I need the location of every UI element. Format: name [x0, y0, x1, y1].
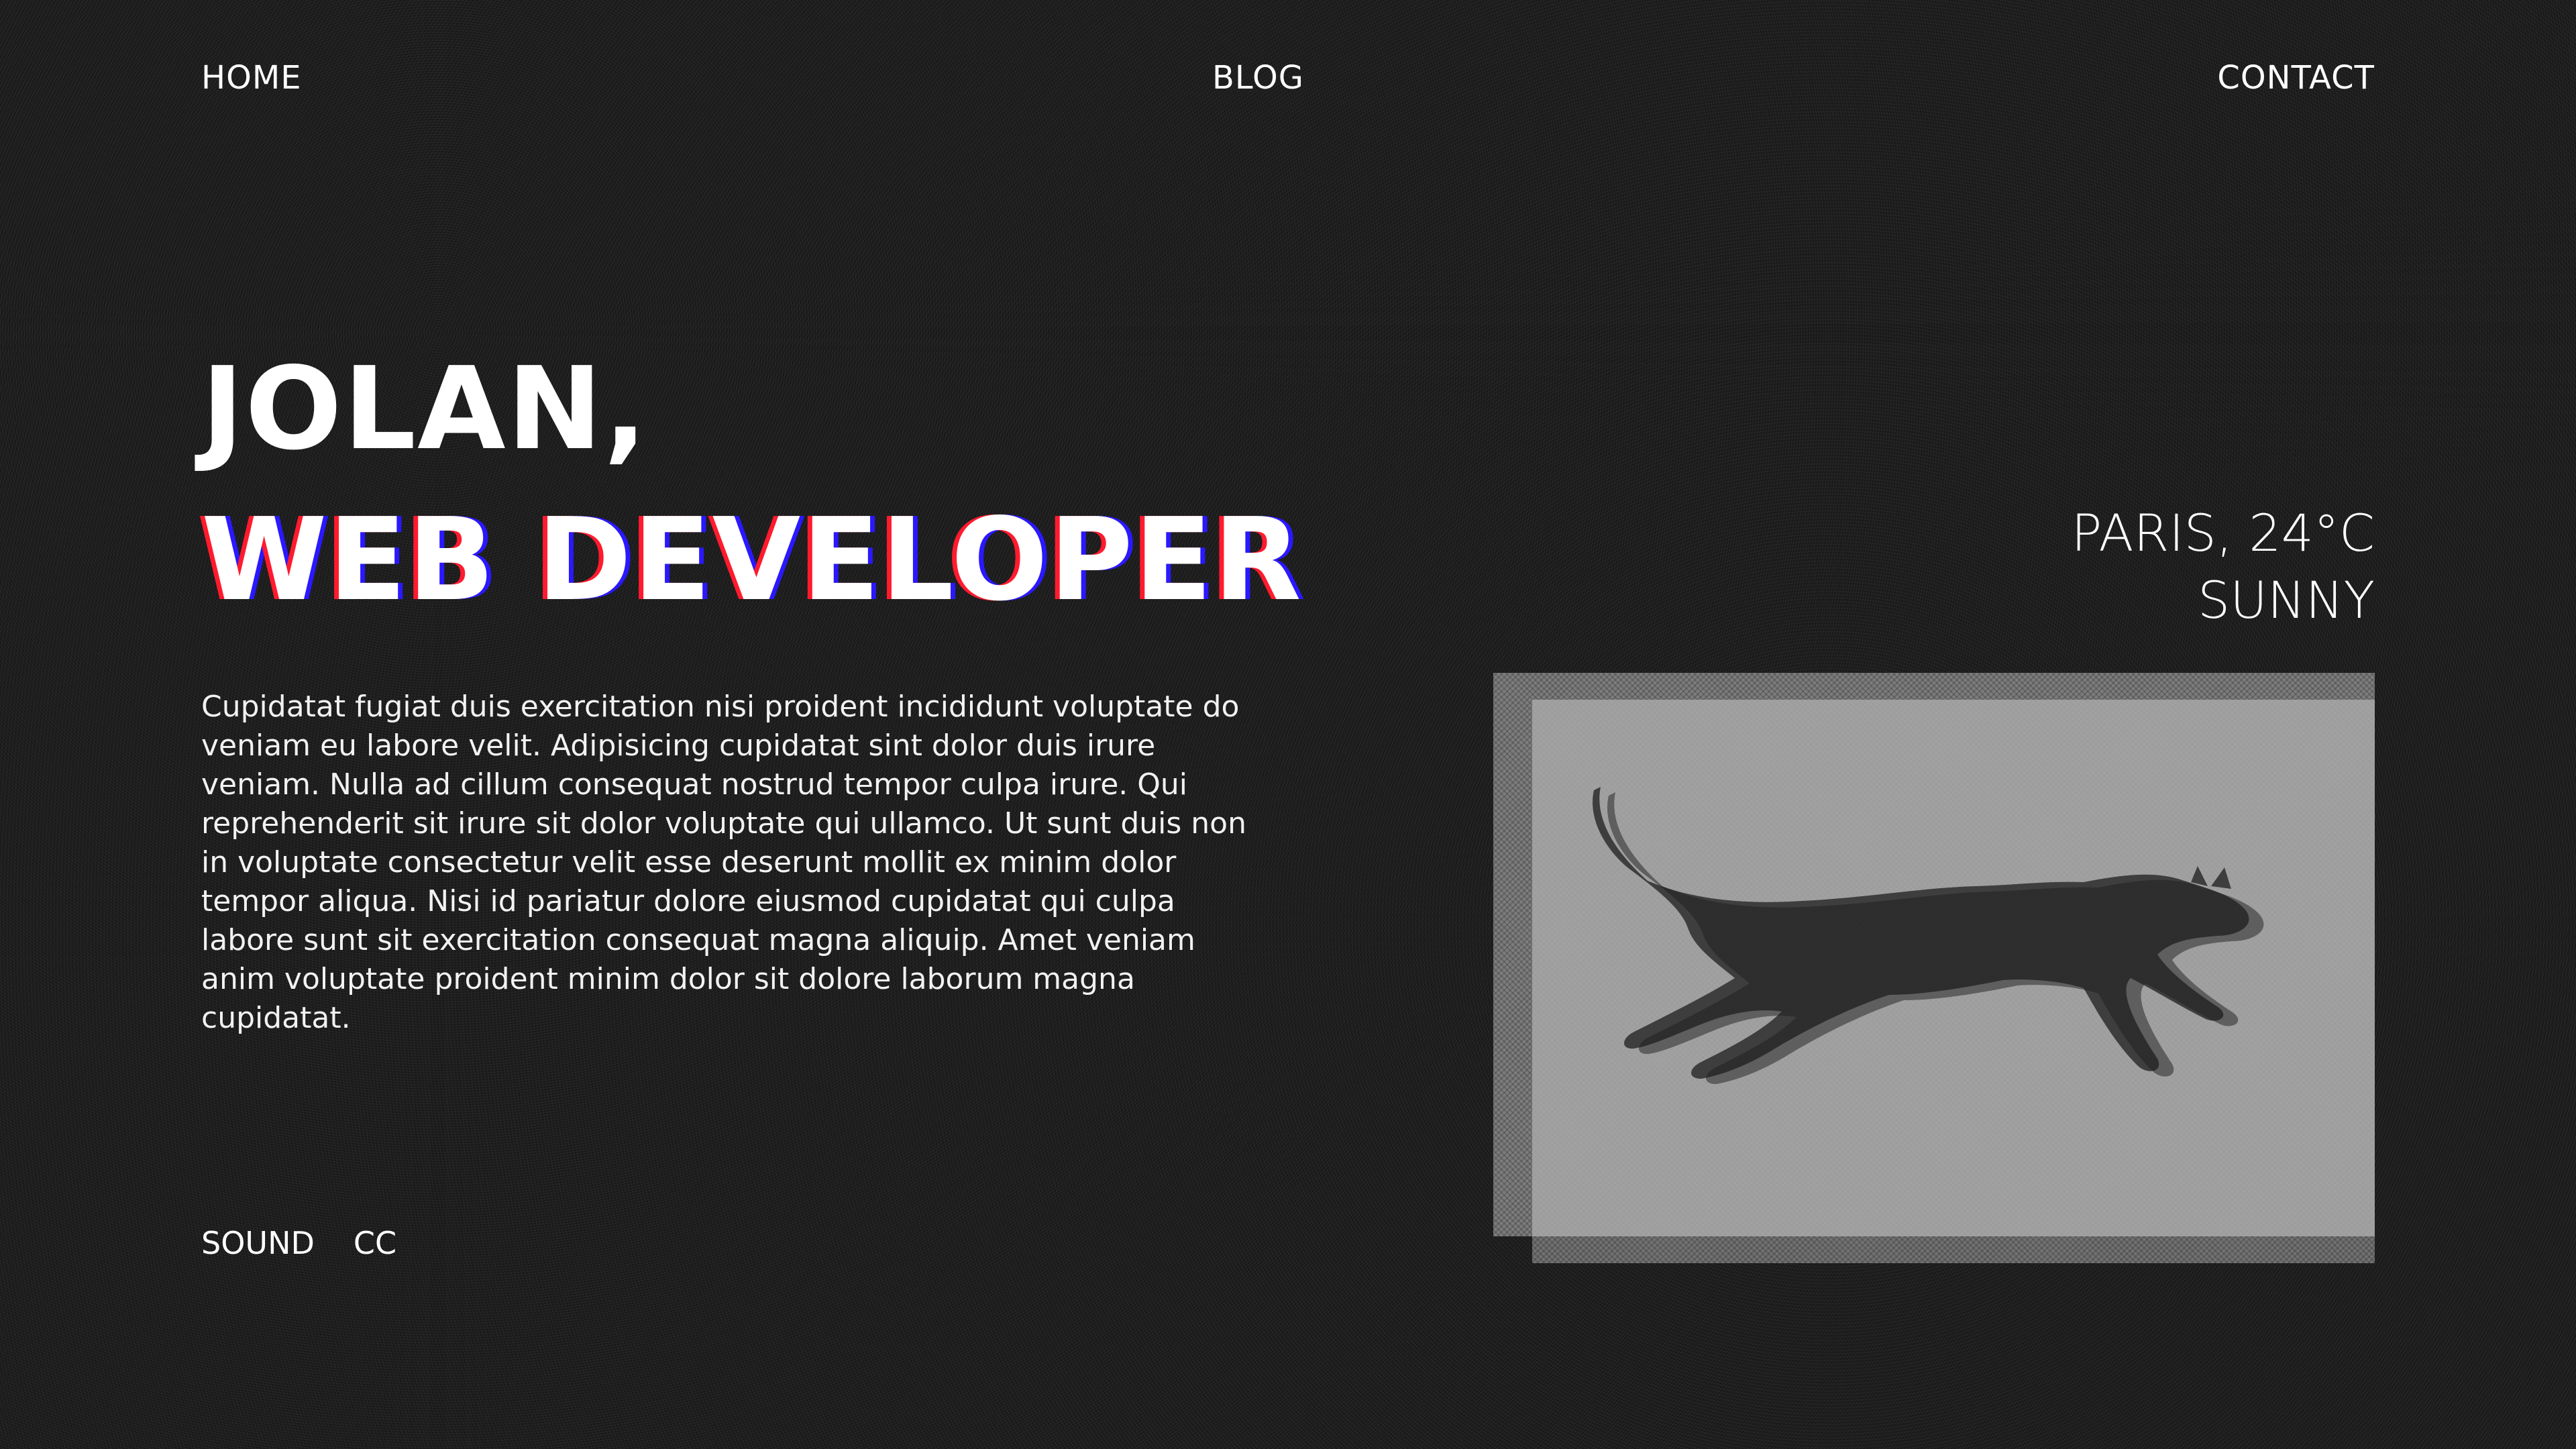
hero-role-heading: WEB DEVELOPER: [201, 494, 1303, 627]
weather-location-temp: PARIS, 24°C: [2071, 503, 2375, 563]
running-cat-image: [1493, 673, 2375, 1263]
media-controls: SOUND CC: [201, 1224, 396, 1262]
hero-name-heading: JOLAN,: [201, 343, 649, 476]
cat-silhouette-icon: [1593, 787, 2264, 1084]
hero-intro-text: Cupidatat fugiat duis exercitation nisi …: [201, 690, 1246, 1035]
cc-toggle[interactable]: CC: [354, 1224, 396, 1262]
nav-contact-link[interactable]: CONTACT: [2217, 59, 2375, 97]
nav-home-link[interactable]: HOME: [201, 59, 302, 97]
weather-widget: PARIS, 24°C SUNNY: [2071, 500, 2375, 634]
nav-blog-link[interactable]: BLOG: [1212, 59, 1304, 97]
sound-toggle[interactable]: SOUND: [201, 1224, 315, 1262]
weather-condition: SUNNY: [2198, 570, 2375, 630]
